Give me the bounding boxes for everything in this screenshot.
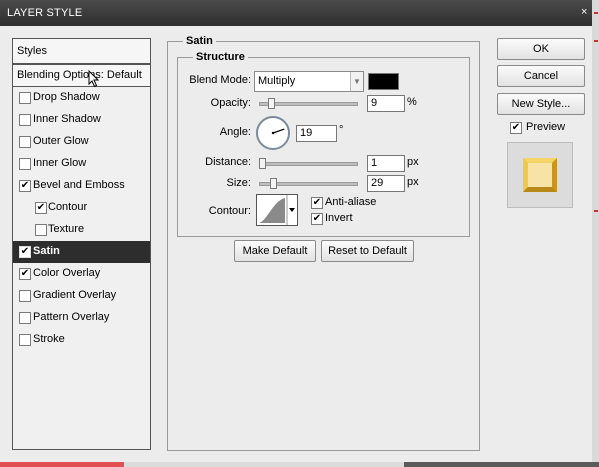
- make-default-button[interactable]: Make Default: [234, 240, 316, 262]
- style-item-label: Texture: [48, 223, 85, 235]
- style-item-checkbox[interactable]: [35, 224, 47, 236]
- style-item-inner-shadow[interactable]: Inner Shadow: [13, 109, 150, 131]
- styles-header[interactable]: Styles: [12, 38, 151, 64]
- style-item-label: Bevel and Emboss: [33, 179, 125, 191]
- close-icon[interactable]: ×: [581, 6, 587, 18]
- size-label: Size:: [226, 177, 251, 189]
- style-item-label: Inner Glow: [33, 157, 87, 169]
- opacity-value: 9: [371, 97, 378, 109]
- angle-dial-needle: [271, 128, 285, 135]
- style-item-checkbox[interactable]: [19, 312, 31, 324]
- blend-mode-value: Multiply: [258, 75, 296, 87]
- style-item-checkbox[interactable]: [19, 290, 31, 302]
- size-value: 29: [371, 177, 384, 189]
- opacity-unit: %: [407, 96, 417, 108]
- style-item-inner-glow[interactable]: Inner Glow: [13, 153, 150, 175]
- title-bar: LAYER STYLE ×: [0, 0, 592, 26]
- anti-alias-checkbox[interactable]: ✔: [311, 197, 323, 209]
- distance-unit: px: [407, 156, 419, 168]
- size-input[interactable]: 29: [367, 175, 405, 192]
- distance-slider[interactable]: [259, 162, 358, 166]
- style-item-label: Satin: [33, 245, 60, 257]
- contour-curve-icon: [259, 195, 295, 225]
- mouse-cursor-icon: [88, 70, 100, 88]
- anti-alias-label: Anti-aliase: [325, 196, 377, 208]
- chevron-down-icon: ▼: [350, 72, 363, 91]
- preview-checkbox[interactable]: ✔: [510, 122, 522, 134]
- invert-label: Invert: [325, 212, 353, 224]
- style-item-checkbox[interactable]: ✔: [19, 246, 31, 258]
- style-item-checkbox[interactable]: [19, 92, 31, 104]
- style-item-checkbox[interactable]: [19, 158, 31, 170]
- style-item-color-overlay[interactable]: ✔ Color Overlay: [13, 263, 150, 285]
- style-item-label: Gradient Overlay: [33, 289, 117, 301]
- blending-options-label: Blending Options: Default: [17, 69, 142, 81]
- distance-label: Distance:: [205, 156, 251, 168]
- angle-value: 19: [300, 127, 313, 139]
- angle-label: Angle:: [219, 126, 251, 138]
- angle-dial[interactable]: [256, 116, 290, 150]
- style-item-checkbox[interactable]: ✔: [35, 202, 47, 214]
- blend-mode-label: Blend Mode:: [189, 74, 251, 86]
- size-unit: px: [407, 176, 419, 188]
- preview-label: Preview: [526, 121, 566, 133]
- structure-title: Structure: [193, 51, 248, 63]
- style-item-label: Inner Shadow: [33, 113, 101, 125]
- blend-color-swatch[interactable]: [368, 73, 399, 90]
- style-item-label: Contour: [48, 201, 88, 213]
- window-title: LAYER STYLE: [7, 7, 83, 19]
- blending-options-item[interactable]: Blending Options: Default: [13, 65, 150, 87]
- styles-list: Blending Options: Default Drop Shadow Inn…: [12, 64, 151, 450]
- contour-label: Contour:: [208, 205, 251, 217]
- style-item-satin[interactable]: ✔ Satin: [13, 241, 150, 263]
- style-item-drop-shadow[interactable]: Drop Shadow: [13, 87, 150, 109]
- contour-picker[interactable]: [256, 194, 298, 226]
- cancel-button[interactable]: Cancel: [497, 65, 585, 87]
- style-item-label: Pattern Overlay: [33, 311, 110, 323]
- style-item-checkbox[interactable]: [19, 136, 31, 148]
- opacity-label: Opacity:: [210, 97, 251, 109]
- background-app-strip: [592, 0, 599, 467]
- ok-button[interactable]: OK: [497, 38, 585, 60]
- style-item-texture[interactable]: Texture: [13, 219, 150, 241]
- opacity-input[interactable]: 9: [367, 95, 405, 112]
- style-item-label: Drop Shadow: [33, 91, 100, 103]
- distance-input[interactable]: 1: [367, 155, 405, 172]
- style-item-checkbox[interactable]: [19, 114, 31, 126]
- styles-header-label: Styles: [17, 45, 47, 57]
- preview-swatch-icon: [523, 158, 557, 192]
- style-item-pattern-overlay[interactable]: Pattern Overlay: [13, 307, 150, 329]
- distance-slider-thumb[interactable]: [259, 158, 266, 169]
- blend-mode-select[interactable]: Multiply ▼: [254, 71, 364, 92]
- style-item-label: Color Overlay: [33, 267, 101, 279]
- angle-input[interactable]: 19: [296, 125, 337, 142]
- style-item-bevel-and-emboss[interactable]: ✔ Bevel and Emboss: [13, 175, 150, 197]
- style-item-checkbox[interactable]: ✔: [19, 180, 31, 192]
- underlying-app-bar: [0, 462, 599, 467]
- style-preview: [507, 142, 573, 208]
- reset-to-default-button[interactable]: Reset to Default: [321, 240, 414, 262]
- new-style-button[interactable]: New Style...: [497, 93, 585, 115]
- angle-unit: °: [339, 124, 344, 136]
- invert-checkbox[interactable]: ✔: [311, 213, 323, 225]
- size-slider-thumb[interactable]: [270, 178, 277, 189]
- satin-section-title: Satin: [183, 35, 216, 47]
- style-item-stroke[interactable]: Stroke: [13, 329, 150, 351]
- style-item-checkbox[interactable]: [19, 334, 31, 346]
- style-item-label: Outer Glow: [33, 135, 89, 147]
- style-item-gradient-overlay[interactable]: Gradient Overlay: [13, 285, 150, 307]
- style-item-checkbox[interactable]: ✔: [19, 268, 31, 280]
- style-item-contour[interactable]: ✔ Contour: [13, 197, 150, 219]
- distance-value: 1: [371, 157, 378, 169]
- opacity-slider-thumb[interactable]: [268, 98, 275, 109]
- style-item-outer-glow[interactable]: Outer Glow: [13, 131, 150, 153]
- style-item-label: Stroke: [33, 333, 65, 345]
